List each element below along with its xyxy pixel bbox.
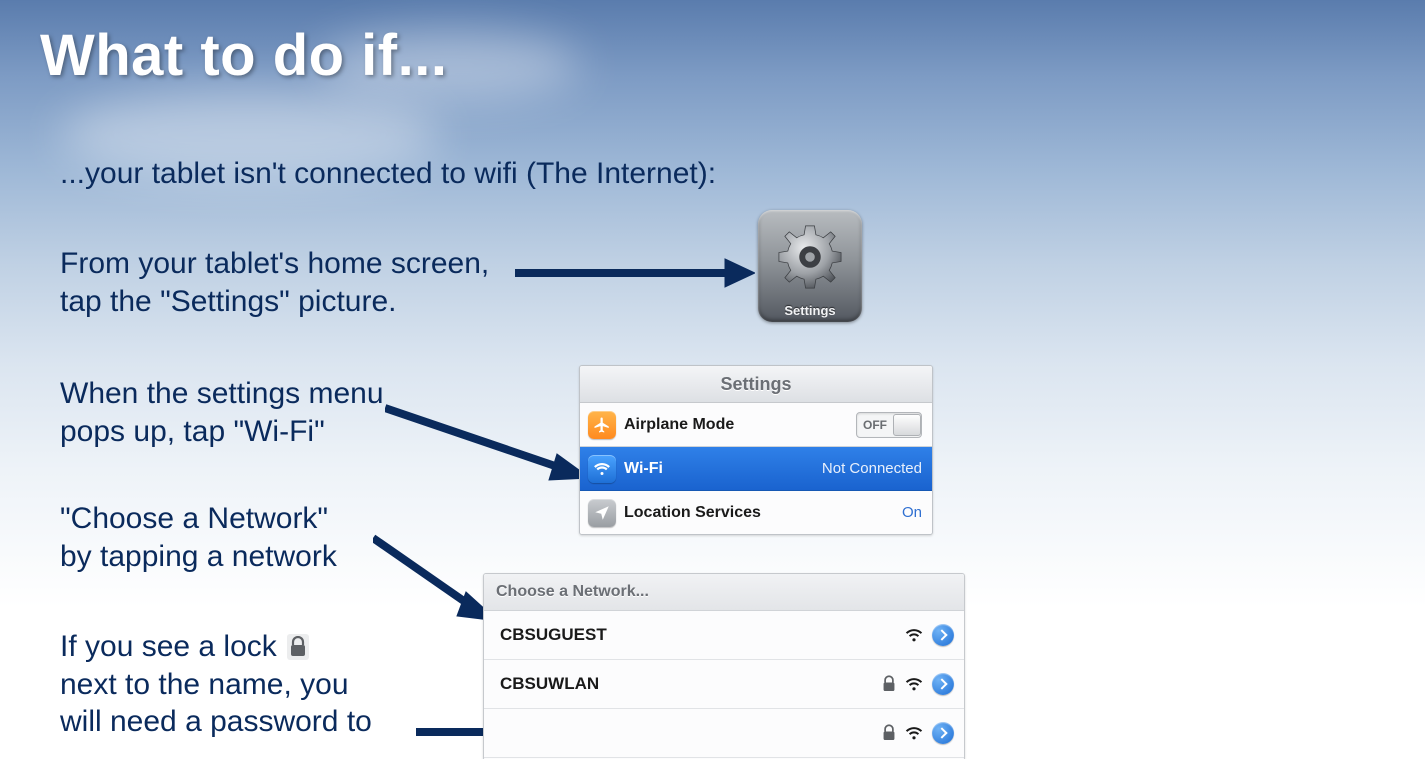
network-name: CBSUGUEST <box>500 625 904 645</box>
arrow-icon <box>373 530 498 625</box>
settings-row-value: Not Connected <box>822 460 922 477</box>
settings-row-label: Location Services <box>624 504 902 522</box>
settings-row-value: On <box>902 504 922 521</box>
wifi-icon <box>588 455 616 483</box>
disclosure-icon[interactable] <box>932 722 954 744</box>
network-row[interactable]: CBSUWLAN <box>484 660 964 709</box>
gear-icon <box>773 220 847 294</box>
settings-app-icon[interactable]: Settings <box>758 210 862 322</box>
network-row[interactable] <box>484 709 964 758</box>
settings-row-label: Airplane Mode <box>624 416 856 434</box>
lock-icon <box>882 724 896 742</box>
wifi-signal-icon <box>904 627 924 643</box>
settings-row-airplane[interactable]: Airplane Mode OFF <box>580 403 932 447</box>
disclosure-icon[interactable] <box>932 624 954 646</box>
network-row[interactable]: CBSUGUEST <box>484 611 964 660</box>
lock-icon <box>882 675 896 693</box>
slide: What to do if... ...your tablet isn't co… <box>0 0 1425 759</box>
page-title: What to do if... <box>40 22 447 89</box>
toggle-off-text: OFF <box>857 418 893 432</box>
step-4-text-b: next to the name, you will need a passwo… <box>60 668 372 739</box>
location-icon <box>588 499 616 527</box>
choose-network-header: Choose a Network... <box>484 574 964 611</box>
step-1-text: From your tablet's home screen, tap the … <box>60 245 489 320</box>
airplane-toggle[interactable]: OFF <box>856 412 922 438</box>
step-4-text: If you see a lock next to the name, you … <box>60 628 372 741</box>
step-2-text: When the settings menu pops up, tap "Wi-… <box>60 375 384 450</box>
settings-row-wifi[interactable]: Wi-Fi Not Connected <box>580 447 932 491</box>
wifi-signal-icon <box>904 725 924 741</box>
settings-icon-label: Settings <box>784 303 835 318</box>
arrow-icon <box>385 398 590 488</box>
lock-icon <box>287 634 309 660</box>
arrow-icon <box>515 253 755 293</box>
choose-network-panel: Choose a Network... CBSUGUEST CBSUWLAN <box>483 573 965 759</box>
toggle-knob <box>893 414 921 436</box>
settings-menu-panel: Settings Airplane Mode OFF Wi-Fi Not Con… <box>579 365 933 535</box>
step-3-text: "Choose a Network" by tapping a network <box>60 500 337 575</box>
settings-menu-header: Settings <box>580 366 932 403</box>
disclosure-icon[interactable] <box>932 673 954 695</box>
settings-row-label: Wi-Fi <box>624 460 822 478</box>
step-4-text-a: If you see a lock <box>60 630 277 663</box>
intro-line: ...your tablet isn't connected to wifi (… <box>60 155 716 193</box>
wifi-signal-icon <box>904 676 924 692</box>
settings-row-location[interactable]: Location Services On <box>580 491 932 535</box>
network-name: CBSUWLAN <box>500 674 882 694</box>
airplane-icon <box>588 411 616 439</box>
